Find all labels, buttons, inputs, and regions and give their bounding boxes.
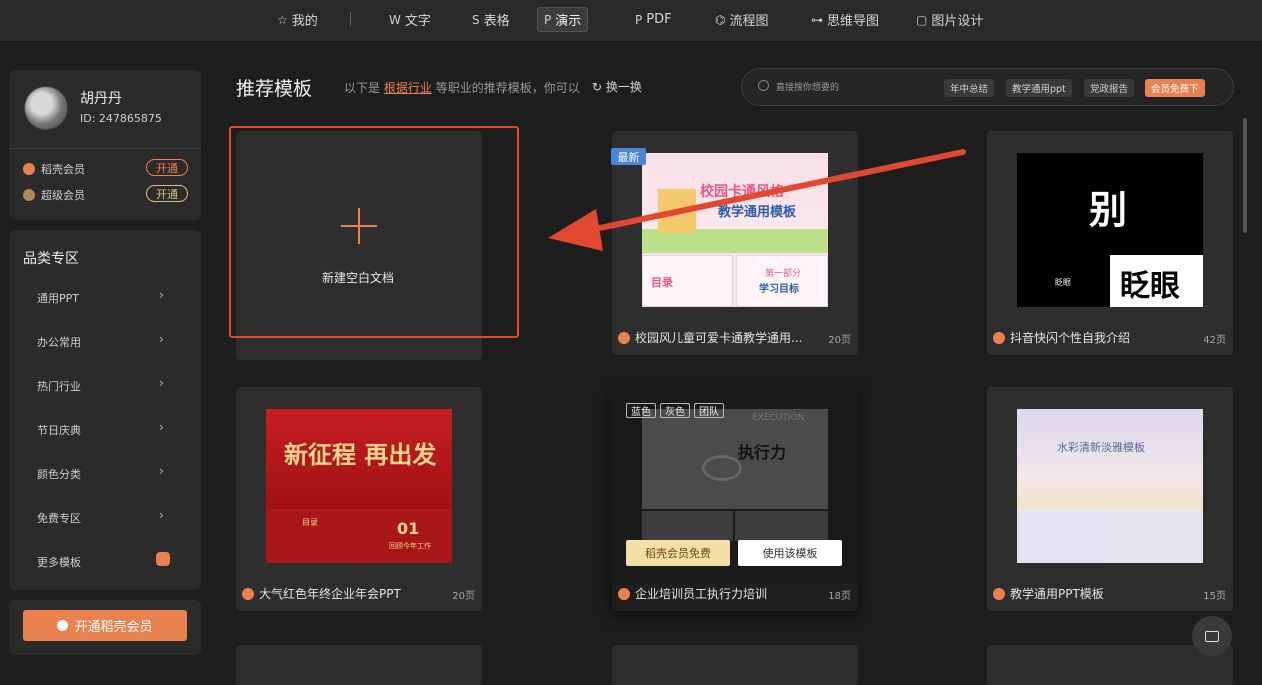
annotation-arrow: [548, 149, 966, 251]
scrollbar[interactable]: [1243, 118, 1247, 233]
chat-button[interactable]: [1192, 616, 1232, 656]
chat-icon: [1205, 630, 1219, 642]
